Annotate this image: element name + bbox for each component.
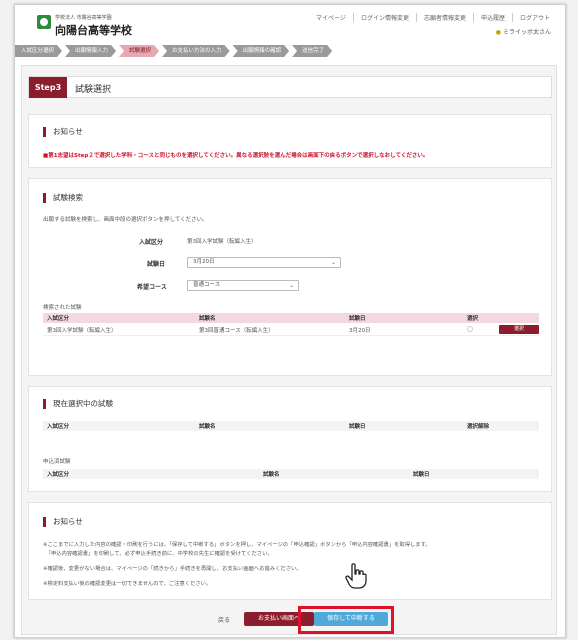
step-badge: Step3 [29, 77, 67, 98]
selected-panel: 現在選択中の試験 入試区分 試験名 試験日 選択解除 申込済試験 入試区分 試験… [28, 386, 552, 492]
school-logo-icon [37, 15, 51, 29]
main-content: Step3 試験選択 お知らせ ■第1志望はStep２で選択した学科・コースと同… [21, 65, 557, 635]
app-col-name: 試験名 [263, 472, 280, 478]
table-row: 第3回入学試験（転編入生） 第3回普通コース（転編入生） 3月20日 選択 [43, 323, 539, 336]
step-3-active: 試験選択 [119, 45, 159, 57]
selected-title: 現在選択中の試験 [43, 399, 113, 409]
step-progress: 入試区分選択 出願情報入力 試験選択 お支払い方法の入力 出願情報の確認 送信完… [15, 45, 566, 59]
step-6: 送信完了 [292, 45, 332, 57]
select-button[interactable]: 選択 [499, 325, 539, 334]
history-link[interactable]: 申込履歴 [472, 13, 512, 22]
search-desc: 出願する試験を検索し、画面中段の選択ボタンを押してください。 [43, 217, 208, 223]
notice2-line-2: 「申込内容確認書」を印刷して、必ず申込手続き前に、中学校の先生に確認を受けてくだ… [43, 551, 273, 557]
row-category: 第3回入学試験（転編入生） [47, 328, 117, 334]
chevron-down-icon: ⌄ [330, 259, 336, 266]
category-value: 第3回入学試験（転編入生） [187, 239, 257, 245]
notice-panel: お知らせ ■第1志望はStep２で選択した学科・コースと同じものを選択してくださ… [28, 114, 552, 168]
exam-date-select[interactable]: 3月20日 ⌄ [187, 257, 341, 268]
chevron-down-icon: ⌄ [288, 282, 294, 289]
notice2-line-1: ※ここまでに入力した内容の確認・印刷を行うには、「保存して中断する」ボタンを押し… [43, 542, 431, 548]
user-name: ● ミライッボ太さん [496, 27, 551, 36]
step-5: 出願情報の確認 [233, 45, 290, 57]
app-col-category: 入試区分 [47, 472, 70, 478]
applied-table-header: 入試区分 試験名 試験日 [43, 469, 539, 479]
page-title: 試験選択 [75, 85, 112, 95]
exam-date-label: 試験日 [147, 261, 166, 268]
results-label: 検索された試験 [43, 305, 82, 311]
step-header: Step3 試験選択 [28, 76, 552, 98]
step-4: お支払い方法の入力 [162, 45, 230, 57]
notice-text: ■第1志望はStep２で選択した学科・コースと同じものを選択してください。異なる… [43, 153, 429, 159]
applied-label: 申込済試験 [43, 459, 71, 465]
sel-col-deselect: 選択解除 [467, 424, 490, 430]
logout-link[interactable]: ログアウト [511, 13, 557, 22]
bottom-actions: 戻る お支払い画面へ 保存して中断する [22, 606, 558, 636]
row-date: 3月20日 [349, 328, 371, 334]
notice2-title: お知らせ [43, 517, 83, 527]
notice2-line-4: ※検定料支払い後の確認変更は一切できませんので、ご注意ください。 [43, 581, 212, 587]
step-2: 出願情報入力 [65, 45, 116, 57]
hand-cursor-icon [345, 563, 367, 589]
row-name: 第3回普通コース（転編入生） [199, 328, 274, 334]
selected-table-header: 入試区分 試験名 試験日 選択解除 [43, 421, 539, 431]
search-title: 試験検索 [43, 193, 83, 203]
browser-frame: 学校法人 市霧谷高等学園 向陽台高等学校 マイページ ログイン情報変更 志願者情… [14, 4, 566, 638]
school-name: 向陽台高等学校 [55, 24, 132, 37]
exam-date-value: 3月20日 [193, 259, 215, 265]
top-links: マイページ ログイン情報変更 志願者情報変更 申込履歴 ログアウト [309, 13, 557, 22]
category-label: 入試区分 [139, 239, 164, 246]
select-radio[interactable] [467, 326, 473, 332]
notice2-panel: お知らせ ※ここまでに入力した内容の確認・印刷を行うには、「保存して中断する」ボ… [28, 502, 552, 600]
col-select: 選択 [467, 316, 479, 322]
results-table-header: 入試区分 試験名 試験日 選択 [43, 313, 539, 323]
course-select[interactable]: 普通コース ⌄ [187, 280, 299, 291]
sel-col-name: 試験名 [199, 424, 216, 430]
login-info-link[interactable]: ログイン情報変更 [352, 13, 416, 22]
course-value: 普通コース [193, 282, 221, 288]
site-header: 学校法人 市霧谷高等学園 向陽台高等学校 マイページ ログイン情報変更 志願者情… [15, 5, 565, 43]
school-subtitle: 学校法人 市霧谷高等学園 [55, 15, 112, 21]
applicant-info-link[interactable]: 志願者情報変更 [415, 13, 473, 22]
search-panel: 試験検索 出願する試験を検索し、画面中段の選択ボタンを押してください。 入試区分… [28, 178, 552, 376]
mypage-link[interactable]: マイページ [309, 13, 353, 22]
user-icon: ● [495, 29, 501, 36]
col-category: 入試区分 [47, 316, 70, 322]
notice2-line-3: ※確認後、変更がない場合は、マイページの「続きから」手続きを再開し、お支払い画面… [43, 566, 302, 572]
col-name: 試験名 [199, 316, 216, 322]
step-1: 入試区分選択 [15, 45, 62, 57]
user-name-text: ミライッボ太さん [502, 29, 551, 36]
sel-col-date: 試験日 [349, 424, 366, 430]
col-date: 試験日 [349, 316, 366, 322]
back-button[interactable]: 戻る [218, 615, 230, 624]
notice-title: お知らせ [43, 127, 83, 137]
sel-col-category: 入試区分 [47, 424, 70, 430]
app-col-date: 試験日 [413, 472, 430, 478]
highlight-box [298, 606, 394, 634]
course-label: 希望コース [137, 284, 167, 291]
